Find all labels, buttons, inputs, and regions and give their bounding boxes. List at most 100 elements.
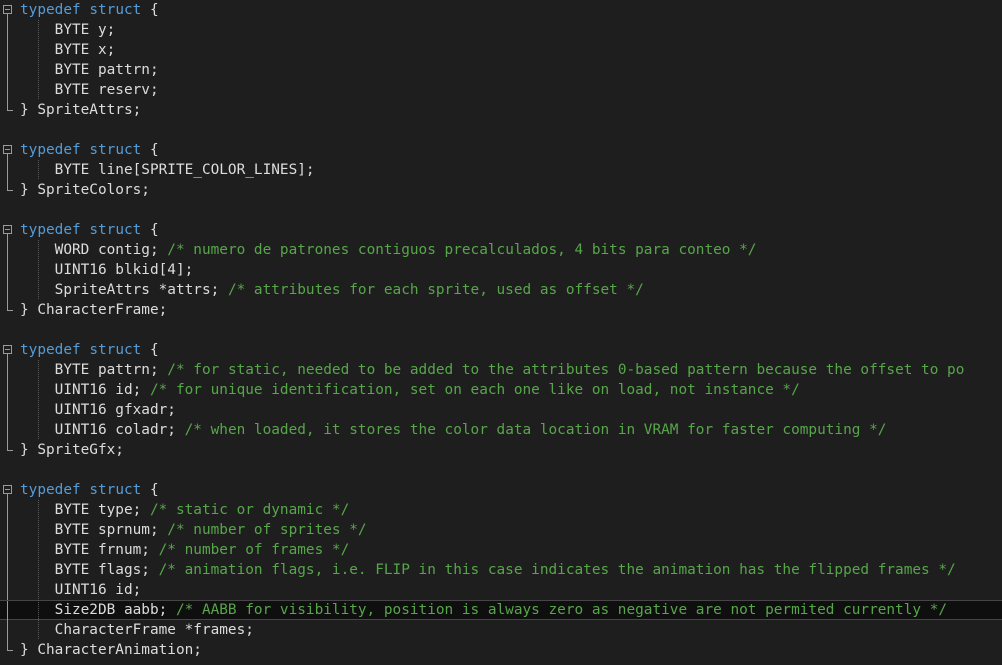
code-line[interactable]: } SpriteAttrs; [0, 100, 1002, 120]
code-line[interactable]: BYTE type; /* static or dynamic */ [0, 500, 1002, 520]
code-token: } SpriteAttrs; [20, 102, 142, 118]
fold-gutter [0, 180, 20, 200]
code-line[interactable]: BYTE pattrn; [0, 60, 1002, 80]
fold-line [7, 500, 8, 520]
code-token: BYTE x; [20, 42, 116, 58]
code-token: BYTE y; [20, 22, 116, 38]
code-line[interactable]: } SpriteGfx; [0, 440, 1002, 460]
code-token: } SpriteGfx; [20, 442, 124, 458]
code-line[interactable]: typedef struct { [0, 140, 1002, 160]
collapse-minus-icon[interactable] [3, 5, 12, 14]
fold-line [7, 280, 8, 300]
code-line[interactable]: } SpriteColors; [0, 180, 1002, 200]
collapse-minus-icon[interactable] [3, 145, 12, 154]
current-code-line[interactable]: Size2DB aabb; /* AABB for visibility, po… [0, 600, 1002, 621]
fold-line [7, 520, 8, 540]
code-line[interactable]: SpriteAttrs *attrs; /* attributes for ea… [0, 280, 1002, 300]
code-editor[interactable]: typedef struct { BYTE y; BYTE x; BYTE pa… [0, 0, 1002, 665]
code-line[interactable]: CharacterFrame *frames; [0, 620, 1002, 640]
fold-line [7, 240, 8, 260]
code-token: } CharacterAnimation; [20, 642, 202, 658]
code-line[interactable]: BYTE pattrn; /* for static, needed to be… [0, 360, 1002, 380]
code-line[interactable]: typedef struct { [0, 0, 1002, 20]
indent-guide [38, 240, 39, 260]
fold-gutter [0, 520, 20, 540]
fold-gutter [0, 240, 20, 260]
comment-token: /* static or dynamic */ [149, 502, 350, 518]
code-line[interactable]: UINT16 id; /* for unique identification,… [0, 380, 1002, 400]
comment-token: /* AABB for visibility, position is alwa… [175, 602, 948, 618]
fold-line [7, 540, 8, 560]
fold-gutter [0, 320, 20, 340]
fold-line [7, 60, 8, 80]
code-line[interactable]: typedef struct { [0, 220, 1002, 240]
fold-line [7, 20, 8, 40]
code-line[interactable] [0, 120, 1002, 140]
code-line[interactable]: BYTE frnum; /* number of frames */ [0, 540, 1002, 560]
fold-gutter[interactable] [0, 340, 20, 360]
code-line[interactable]: BYTE sprnum; /* number of sprites */ [0, 520, 1002, 540]
comment-token: /* attributes for each sprite, used as o… [227, 282, 644, 298]
collapse-minus-icon[interactable] [3, 485, 12, 494]
code-token: BYTE sprnum; [20, 522, 168, 538]
code-line[interactable]: } CharacterAnimation; [0, 640, 1002, 660]
fold-gutter [0, 360, 20, 380]
code-line[interactable]: BYTE flags; /* animation flags, i.e. FLI… [0, 560, 1002, 580]
code-line[interactable]: UINT16 id; [0, 580, 1002, 600]
code-line[interactable]: BYTE reserv; [0, 80, 1002, 100]
keyword-token: struct [89, 222, 142, 238]
keyword-token: struct [89, 482, 142, 498]
code-line[interactable]: BYTE x; [0, 40, 1002, 60]
code-line[interactable]: UINT16 gfxadr; [0, 400, 1002, 420]
collapse-minus-icon[interactable] [3, 225, 12, 234]
indent-guide [38, 520, 39, 540]
code-line[interactable] [0, 200, 1002, 220]
code-line[interactable] [0, 460, 1002, 480]
fold-gutter [0, 60, 20, 80]
code-line[interactable]: UINT16 blkid[4]; [0, 260, 1002, 280]
indent-guide [38, 360, 39, 380]
code-token: SpriteAttrs *attrs; [20, 282, 228, 298]
code-line[interactable]: UINT16 coladr; /* when loaded, it stores… [0, 420, 1002, 440]
indent-guide [38, 600, 39, 620]
code-line[interactable]: } CharacterFrame; [0, 300, 1002, 320]
indent-guide [38, 60, 39, 80]
collapse-minus-icon[interactable] [3, 345, 12, 354]
fold-gutter[interactable] [0, 0, 20, 20]
fold-line [7, 40, 8, 60]
fold-gutter [0, 160, 20, 180]
fold-gutter[interactable] [0, 220, 20, 240]
keyword-token: struct [89, 342, 142, 358]
indent-guide [38, 500, 39, 520]
fold-gutter [0, 580, 20, 600]
fold-line [7, 580, 8, 600]
fold-end-corner-icon [7, 300, 13, 311]
code-token: BYTE reserv; [20, 82, 159, 98]
fold-line [7, 260, 8, 280]
code-line[interactable] [0, 320, 1002, 340]
keyword-token: struct [89, 2, 142, 18]
code-line[interactable]: typedef struct { [0, 340, 1002, 360]
indent-guide [38, 540, 39, 560]
indent-guide [38, 580, 39, 600]
comment-token: /* for static, needed to be added to the… [167, 362, 965, 378]
fold-gutter[interactable] [0, 140, 20, 160]
indent-guide [38, 420, 39, 440]
fold-gutter [0, 280, 20, 300]
fold-end-corner-icon [7, 440, 13, 451]
fold-gutter [0, 300, 20, 320]
indent-guide [38, 260, 39, 280]
fold-gutter [0, 540, 20, 560]
code-token: } CharacterFrame; [20, 302, 168, 318]
code-line[interactable]: BYTE line[SPRITE_COLOR_LINES]; [0, 160, 1002, 180]
code-line[interactable]: BYTE y; [0, 20, 1002, 40]
code-line[interactable]: typedef struct { [0, 480, 1002, 500]
fold-line [7, 400, 8, 420]
fold-gutter [0, 200, 20, 220]
code-token: { [141, 342, 159, 358]
fold-gutter [0, 440, 20, 460]
indent-guide [38, 40, 39, 60]
fold-line [7, 160, 8, 180]
fold-gutter[interactable] [0, 480, 20, 500]
code-line[interactable]: WORD contig; /* numero de patrones conti… [0, 240, 1002, 260]
